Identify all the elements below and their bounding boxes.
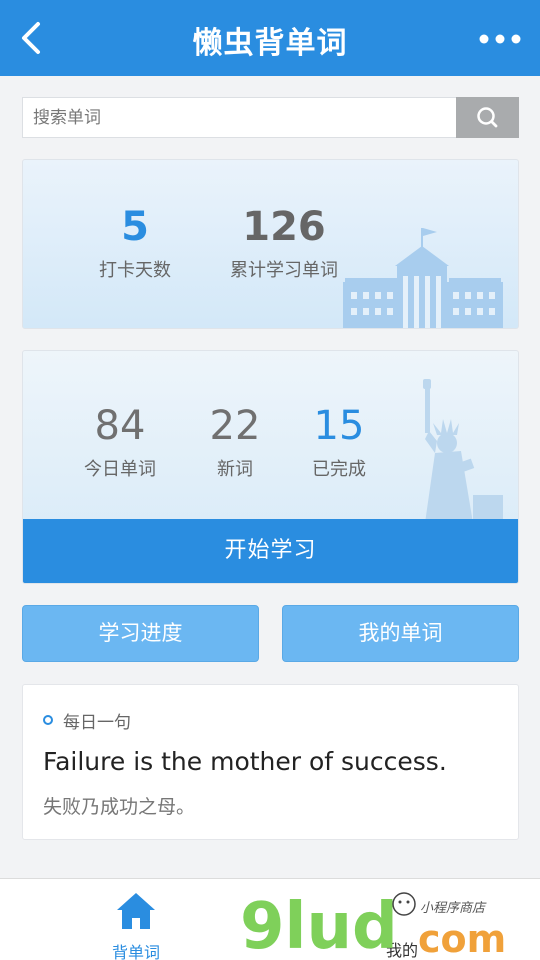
today-words-label: 今日单词 [84, 459, 156, 480]
new-words-value: 22 [209, 403, 261, 449]
checkin-days-stat: 5 打卡天数 [85, 204, 185, 282]
tab-home[interactable]: 背单词 [96, 891, 176, 960]
daily-quote-card: 每日一句 Failure is the mother of success. 失… [22, 684, 519, 840]
total-words-stat: 126 累计学习单词 [219, 204, 349, 282]
daily-quote-title: 每日一句 [63, 713, 131, 733]
app-header: 懒虫背单词 [0, 0, 540, 76]
capitol-building-illustration [343, 228, 503, 328]
total-words-value: 126 [242, 204, 326, 250]
learning-progress-button[interactable]: 学习进度 [22, 605, 259, 662]
daily-quote-chinese: 失败乃成功之母。 [43, 796, 196, 818]
today-words-value: 84 [94, 403, 146, 449]
more-options-icon[interactable] [478, 24, 522, 54]
search-button[interactable] [456, 97, 519, 138]
bullet-circle-icon [43, 715, 53, 725]
completed-label: 已完成 [312, 459, 366, 480]
watermark-tagline: 小程序商店 [420, 901, 487, 916]
start-learning-button[interactable]: 开始学习 [23, 519, 518, 583]
home-icon [117, 893, 155, 929]
watermark-suffix: com [418, 917, 506, 960]
page-title: 懒虫背单词 [192, 26, 348, 61]
new-words-label: 新词 [217, 459, 253, 480]
watermark-logo: 9lud com 小程序商店 [240, 890, 506, 960]
completed-stat: 15 已完成 [299, 403, 379, 481]
search-input[interactable] [23, 98, 457, 137]
tab-home-label: 背单词 [111, 943, 160, 960]
watermark-brand: 9lud [240, 890, 398, 960]
completed-value: 15 [313, 403, 365, 449]
checkin-days-label: 打卡天数 [99, 260, 171, 281]
search-bar [22, 97, 519, 138]
checkin-days-value: 5 [121, 204, 149, 250]
my-words-button[interactable]: 我的单词 [282, 605, 519, 662]
today-words-stat: 84 今日单词 [75, 403, 165, 481]
total-words-label: 累计学习单词 [230, 260, 338, 281]
new-words-stat: 22 新词 [195, 403, 275, 481]
search-icon [477, 107, 498, 128]
daily-quote-english: Failure is the mother of success. [43, 747, 447, 776]
statue-of-liberty-illustration [423, 379, 503, 523]
today-card: 84 今日单词 22 新词 15 已完成 开始学习 [22, 350, 519, 584]
summary-card: 5 打卡天数 126 累计学习单词 [22, 159, 519, 329]
